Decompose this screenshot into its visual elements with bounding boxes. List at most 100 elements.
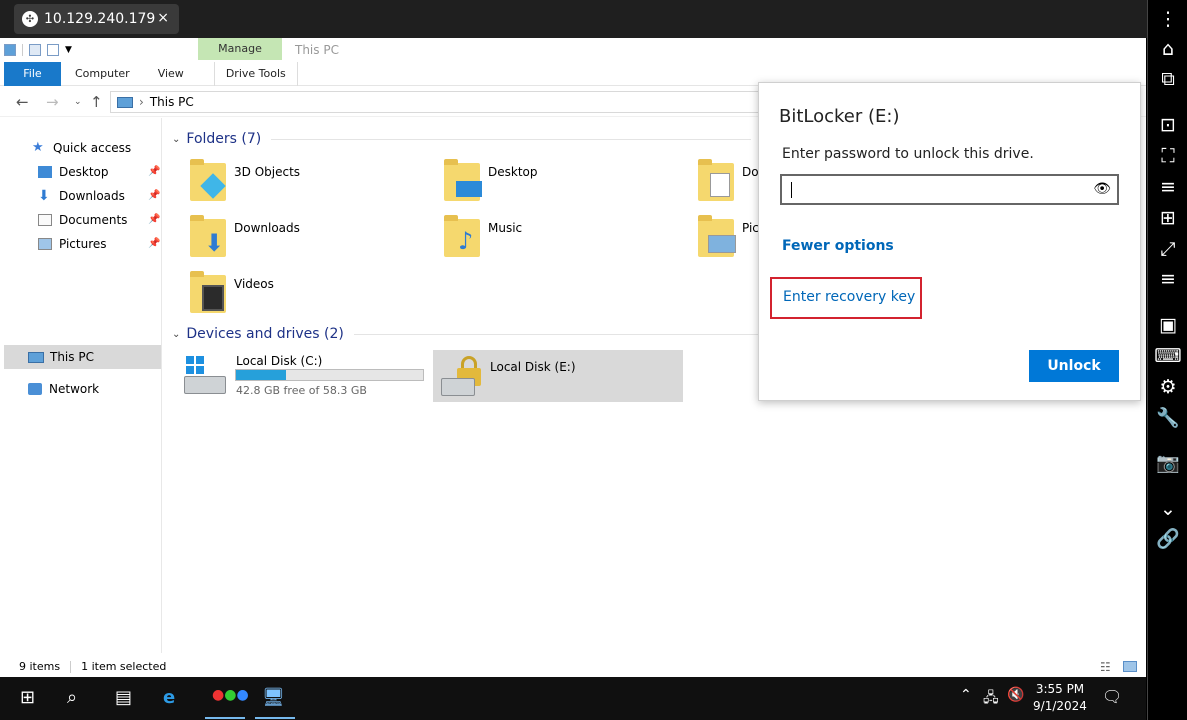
- file-explorer-window: ▼ Manage This PC File Computer View Driv…: [0, 38, 1146, 677]
- tab-drive-tools[interactable]: Drive Tools: [213, 62, 298, 86]
- nav-label: Documents: [59, 213, 128, 227]
- internet-explorer-icon[interactable]: e: [163, 687, 175, 708]
- clock[interactable]: 3:55 PM 9/1/2024: [1030, 681, 1090, 715]
- settings-icon[interactable]: ⚙: [1148, 376, 1187, 398]
- ribbon-tabs: File Computer View Drive Tools: [4, 62, 298, 86]
- session-tab[interactable]: ✣ 10.129.240.179 ×: [14, 4, 179, 34]
- tab-file[interactable]: File: [4, 62, 61, 86]
- reveal-password-icon[interactable]: 👁: [1093, 181, 1111, 197]
- drives-group-header[interactable]: ⌄ Devices and drives (2): [172, 326, 784, 342]
- nav-label: Downloads: [59, 189, 125, 203]
- link-icon[interactable]: 🔗: [1148, 528, 1187, 550]
- breadcrumb[interactable]: This PC: [150, 92, 194, 112]
- volume-muted-icon[interactable]: 🔇: [1007, 687, 1024, 703]
- download-icon: ⬇: [38, 188, 50, 204]
- pin-icon[interactable]: 📌: [148, 214, 160, 225]
- computer-icon[interactable]: [4, 44, 16, 56]
- search-icon[interactable]: ⌕: [67, 687, 77, 708]
- folder-desktop[interactable]: Desktop: [444, 159, 538, 201]
- password-input[interactable]: 👁: [780, 174, 1119, 205]
- document-icon: [38, 214, 52, 226]
- divider: [353, 333, 784, 335]
- keyboard-icon[interactable]: ⌨: [1148, 345, 1187, 367]
- clock-date: 9/1/2024: [1033, 699, 1087, 713]
- recovery-key-highlight: Enter recovery key: [770, 277, 922, 319]
- nav-quick-access[interactable]: ★ Quick access: [32, 138, 131, 158]
- documents-folder-icon: [698, 159, 734, 201]
- camera-icon[interactable]: 📷: [1148, 452, 1187, 474]
- forward-arrow-icon[interactable]: →: [46, 93, 59, 111]
- divider: [70, 660, 72, 673]
- nav-item-downloads[interactable]: ⬇ Downloads: [38, 186, 125, 206]
- file-explorer-taskbar-icon[interactable]: 🖥: [262, 687, 285, 708]
- 3d-objects-folder-icon: [190, 159, 226, 201]
- server-manager-icon[interactable]: ●●●: [212, 687, 249, 703]
- back-arrow-icon[interactable]: ←: [16, 93, 29, 111]
- chevron-down-icon: ⌄: [172, 328, 181, 340]
- remote-desktop-icon: ✣: [22, 11, 38, 27]
- navigation-pane: ★ Quick access Desktop 📌 ⬇ Downloads 📌 D…: [0, 118, 162, 653]
- new-folder-icon[interactable]: [47, 44, 59, 56]
- folders-group-header[interactable]: ⌄ Folders (7): [172, 131, 752, 147]
- folder-downloads[interactable]: ⬇ Downloads: [190, 215, 300, 257]
- nav-item-desktop[interactable]: Desktop: [38, 162, 109, 182]
- wrench-icon[interactable]: 🔧: [1148, 407, 1187, 429]
- chevron-down-icon[interactable]: ⌄: [1148, 498, 1187, 520]
- tab-computer[interactable]: Computer: [61, 62, 144, 86]
- large-icons-view-icon[interactable]: [1123, 661, 1137, 672]
- chevron-down-icon[interactable]: ▼: [65, 45, 72, 55]
- list-icon[interactable]: ≡: [1148, 268, 1187, 290]
- up-arrow-icon[interactable]: ↑: [90, 93, 103, 111]
- downloads-folder-icon: ⬇: [190, 215, 226, 257]
- resize-icon[interactable]: ⤢: [1148, 238, 1187, 260]
- focus-icon[interactable]: ⊡: [1148, 114, 1187, 136]
- window-title: This PC: [295, 43, 339, 57]
- notifications-icon[interactable]: 🗨: [1102, 687, 1122, 706]
- display-icon[interactable]: ▣: [1148, 314, 1187, 336]
- drive-name: Local Disk (E:): [490, 360, 576, 374]
- folder-documents[interactable]: Do: [698, 159, 759, 201]
- nav-label: Desktop: [59, 165, 109, 179]
- close-tab-icon[interactable]: ×: [157, 10, 169, 26]
- folder-videos[interactable]: Videos: [190, 271, 274, 313]
- fit-screen-icon[interactable]: ⊞: [1148, 207, 1187, 229]
- more-vertical-icon[interactable]: ⋮: [1148, 8, 1187, 30]
- folder-name: Do: [742, 165, 759, 179]
- address-box[interactable]: › This PC: [110, 91, 870, 113]
- chevron-up-icon[interactable]: ⌃: [960, 687, 972, 703]
- manage-context-tab[interactable]: Manage: [198, 38, 282, 60]
- folder-3d-objects[interactable]: 3D Objects: [190, 159, 301, 201]
- drive-c-usage-bar: [235, 369, 424, 381]
- drive-e[interactable]: Local Disk (E:): [433, 350, 683, 402]
- remote-toolbar: ⋮ ⌂ ⧉ ⊡ ⛶ ≡ ⊞ ⤢ ≡ ▣ ⌨ ⚙ 🔧 📷 ⌄ 🔗: [1147, 0, 1187, 720]
- enter-recovery-key-link[interactable]: Enter recovery key: [783, 289, 915, 305]
- folder-music[interactable]: ♪ Music: [444, 215, 522, 257]
- unlock-button[interactable]: Unlock: [1029, 350, 1119, 382]
- fullscreen-icon[interactable]: ⛶: [1148, 145, 1187, 167]
- folder-name: 3D Objects: [234, 165, 301, 179]
- start-windows-icon[interactable]: ⊞: [20, 687, 35, 708]
- quick-access-toolbar: ▼: [4, 42, 72, 58]
- nav-item-documents[interactable]: Documents: [38, 210, 127, 230]
- pin-icon[interactable]: 📌: [148, 166, 160, 177]
- dialog-prompt: Enter password to unlock this drive.: [782, 146, 1034, 162]
- details-view-icon[interactable]: ☷: [1100, 660, 1111, 674]
- nav-item-pictures[interactable]: Pictures: [38, 234, 107, 254]
- pin-icon[interactable]: 📌: [148, 238, 160, 249]
- new-window-icon[interactable]: ⧉: [1148, 68, 1187, 90]
- tab-view[interactable]: View: [144, 62, 198, 86]
- network-status-icon[interactable]: 🖧: [983, 687, 999, 711]
- nav-item-network[interactable]: Network: [28, 379, 99, 399]
- task-view-icon[interactable]: ▤: [115, 687, 132, 708]
- recent-chevron-icon[interactable]: ⌄: [74, 97, 82, 107]
- menu-icon[interactable]: ≡: [1148, 176, 1187, 198]
- active-indicator: [205, 717, 245, 719]
- pin-icon[interactable]: 📌: [148, 190, 160, 201]
- properties-icon[interactable]: [29, 44, 41, 56]
- fewer-options-link[interactable]: Fewer options: [782, 238, 894, 254]
- ribbon: ▼ Manage This PC File Computer View Driv…: [0, 38, 1146, 86]
- selection-count: 1 item selected: [81, 660, 167, 673]
- home-icon[interactable]: ⌂: [1148, 38, 1187, 60]
- folder-pictures[interactable]: Pic: [698, 215, 759, 257]
- nav-this-pc-label[interactable]: This PC: [28, 347, 94, 367]
